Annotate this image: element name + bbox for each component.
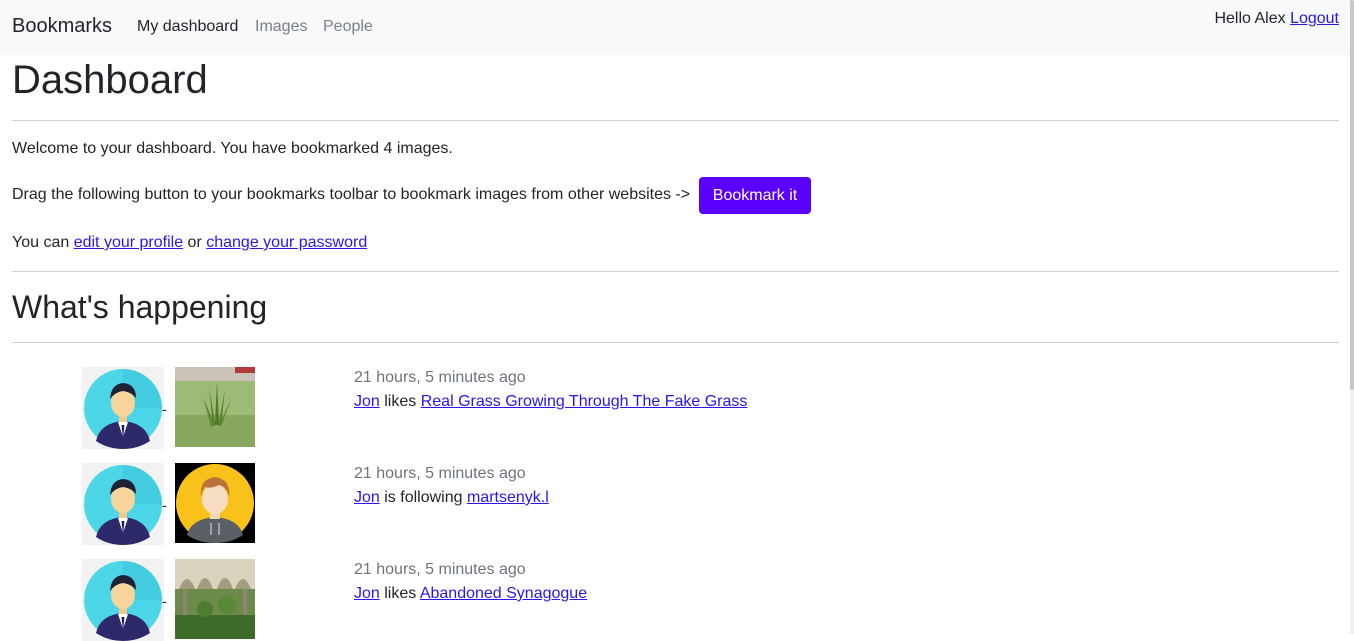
divider [12,120,1339,121]
target-link[interactable]: Real Grass Growing Through The Fake Gras… [421,393,748,410]
target-link[interactable]: Abandoned Synagogue [420,585,587,602]
greeting-text: Hello Alex [1214,10,1286,27]
activity-item: - 21 hours, 5 minutes ago Jon likes Real… [0,367,1354,449]
activity-time: 21 hours, 5 minutes ago [354,369,526,386]
activity-item: - 21 hours, 5 minutes ago Jon is followi… [0,463,1354,545]
section-heading: What's happening [12,289,268,325]
navbar: Bookmarks My dashboard Images People Hel… [0,0,1354,55]
user-greeting: Hello Alex Logout [1214,10,1339,28]
activity-verb: likes [384,585,417,602]
or-text: or [187,234,202,251]
drag-instruction: Drag the following button to your bookma… [12,186,691,203]
actor-avatar[interactable] [82,559,164,641]
user-avatar-icon [82,463,164,545]
activity-item: - 21 hours, 5 minutes ago Jon likes Aban… [0,559,1354,641]
logout-link[interactable]: Logout [1290,10,1339,27]
separator-dash: - [162,401,167,417]
activity-time: 21 hours, 5 minutes ago [354,561,526,578]
user-avatar-icon [82,367,164,449]
profile-prefix: You can [12,234,70,251]
profile-links-text: You can edit your profile or change your… [12,233,367,253]
nav-images[interactable]: Images [255,18,307,36]
separator-dash: - [162,593,167,609]
nav-my-dashboard[interactable]: My dashboard [137,18,238,36]
user-avatar-icon [82,559,164,641]
actor-avatar[interactable] [82,463,164,545]
target-image-synagogue[interactable] [175,559,255,639]
synagogue-photo-icon [175,559,255,639]
activity-description: Jon likes Abandoned Synagogue [354,585,587,603]
scrollbar-thumb[interactable] [1350,0,1354,390]
target-link[interactable]: martsenyk.l [467,489,549,506]
activity-description: Jon is following martsenyk.l [354,489,549,507]
welcome-text: Welcome to your dashboard. You have book… [12,140,453,157]
brand-link[interactable]: Bookmarks [12,15,112,38]
target-image-grass[interactable] [175,367,255,447]
actor-link[interactable]: Jon [354,393,380,410]
user-avatar-icon [175,463,255,543]
page-title: Dashboard [12,58,208,102]
edit-profile-link[interactable]: edit your profile [74,234,183,251]
divider [12,271,1339,272]
change-password-link[interactable]: change your password [206,234,367,251]
bookmark-it-button[interactable]: Bookmark it [699,177,811,214]
separator-dash: - [162,497,167,513]
actor-link[interactable]: Jon [354,585,380,602]
nav-people[interactable]: People [323,18,373,36]
grass-photo-icon [175,367,255,447]
actor-link[interactable]: Jon [354,489,380,506]
activity-time: 21 hours, 5 minutes ago [354,465,526,482]
activity-verb: is following [384,489,463,506]
divider [12,342,1339,343]
target-user-avatar[interactable] [175,463,255,543]
activity-description: Jon likes Real Grass Growing Through The… [354,393,747,411]
actor-avatar[interactable] [82,367,164,449]
activity-verb: likes [384,393,417,410]
